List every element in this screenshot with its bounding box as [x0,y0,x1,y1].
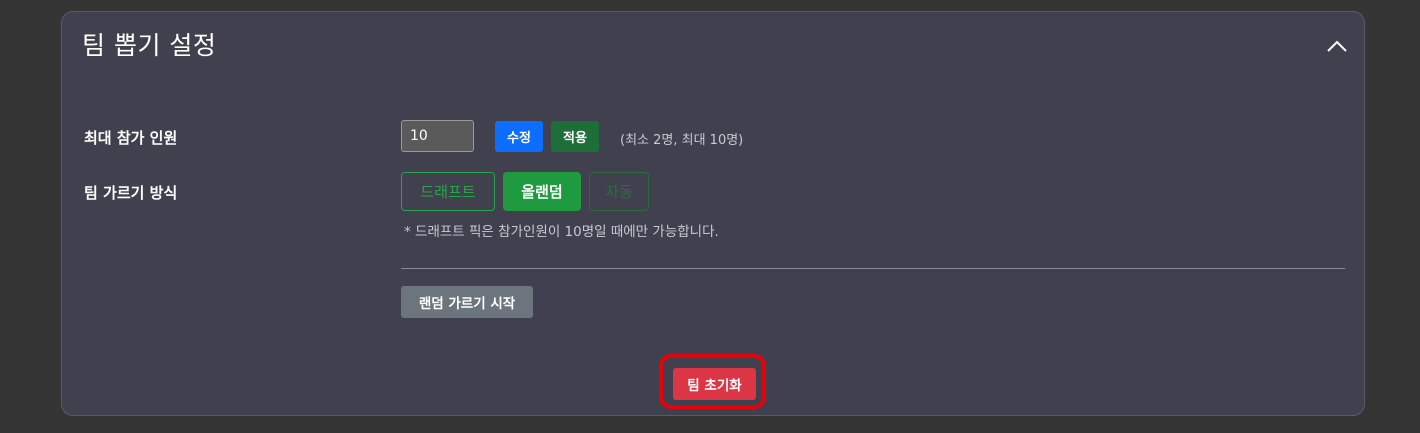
max-participants-input[interactable] [401,120,474,152]
mode-auto-button[interactable]: 자동 [589,172,649,211]
mode-all-random-button[interactable]: 올랜덤 [503,172,581,211]
chevron-up-icon [1327,40,1347,52]
panel-title: 팀 뽑기 설정 [82,31,217,60]
collapse-button[interactable] [1324,36,1350,58]
start-random-split-button[interactable]: 랜덤 가르기 시작 [401,286,533,318]
draft-note: * 드래프트 픽은 참가인원이 10명일 때에만 가능합니다. [404,224,719,240]
apply-button[interactable]: 적용 [551,121,599,152]
max-participants-label: 최대 참가 인원 [84,129,178,147]
team-reset-button[interactable]: 팀 초기화 [673,368,756,400]
edit-button[interactable]: 수정 [495,121,543,152]
mode-draft-button[interactable]: 드래프트 [401,172,495,211]
team-mode-label: 팀 가르기 방식 [84,184,178,202]
participants-range-hint: (최소 2명, 최대 10명) [620,133,744,148]
team-draw-settings-panel: 팀 뽑기 설정 최대 참가 인원 수정 적용 (최소 2명, 최대 10명) 팀… [61,11,1365,416]
divider [401,268,1345,269]
